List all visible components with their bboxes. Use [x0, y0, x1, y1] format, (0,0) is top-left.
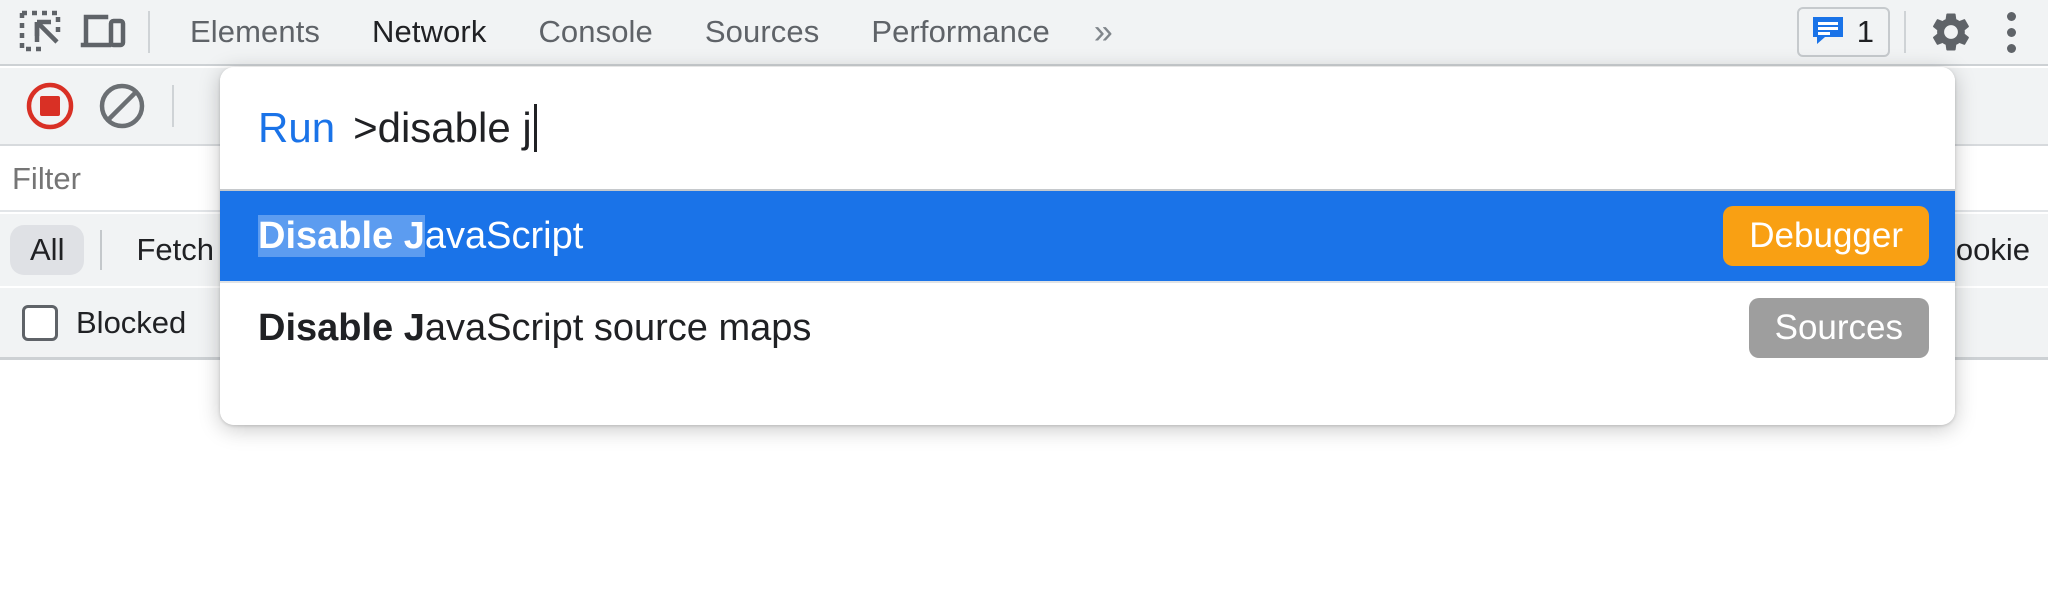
clear-network-log-icon[interactable] [86, 70, 158, 142]
result-rest-text: avaScript source maps [424, 306, 812, 349]
toolbar-right-divider [1904, 11, 1906, 53]
type-chip-fetch[interactable]: Fetch [118, 232, 232, 268]
command-palette-results: Disable JavaScript Debugger Disable Java… [220, 189, 1955, 373]
console-message-badge[interactable]: 1 [1796, 7, 1890, 57]
result-title: Disable JavaScript [258, 214, 584, 258]
tab-elements[interactable]: Elements [164, 0, 346, 65]
text-caret [533, 104, 537, 152]
tabstrip-divider [148, 11, 150, 53]
record-stop-icon[interactable] [14, 70, 86, 142]
command-palette-prefix: Run [258, 104, 336, 151]
result-rest-text: avaScript [424, 214, 584, 257]
kebab-menu-icon[interactable] [1982, 1, 2040, 63]
device-toggle-icon[interactable] [72, 1, 134, 63]
more-tabs-icon[interactable]: » [1076, 0, 1131, 65]
gear-icon[interactable] [1920, 1, 1982, 63]
console-message-icon [1811, 13, 1845, 52]
result-title: Disable JavaScript source maps [258, 307, 811, 350]
command-palette-input[interactable]: >disable j [353, 104, 532, 152]
tab-console[interactable]: Console [512, 0, 678, 65]
panel-tabs: Elements Network Console Sources Perform… [164, 0, 1131, 65]
type-chip-all[interactable]: All [10, 225, 85, 275]
devtools-tabstrip: Elements Network Console Sources Perform… [0, 0, 2048, 66]
console-message-count: 1 [1856, 14, 1874, 49]
result-item-disable-javascript[interactable]: Disable JavaScript Debugger [220, 189, 1955, 281]
inspect-element-icon[interactable] [10, 1, 72, 63]
toolbar-divider [172, 85, 174, 127]
blocked-requests-label: Blocked [76, 304, 187, 340]
chip-divider [100, 230, 103, 270]
result-item-disable-javascript-source-maps[interactable]: Disable JavaScript source maps Sources [220, 281, 1955, 373]
blocked-requests-checkbox[interactable] [22, 304, 58, 341]
result-match-text: Disable J [258, 306, 425, 349]
command-palette-query-row[interactable]: Run >disable j [220, 67, 1955, 189]
tab-network[interactable]: Network [346, 0, 512, 65]
devtools-window: All Fetch ookie Blocked Elements [0, 0, 2048, 593]
result-category-tag: Debugger [1723, 206, 1929, 266]
result-match-text: Disable J [258, 214, 425, 257]
tab-performance[interactable]: Performance [845, 0, 1076, 65]
command-palette-dialog: Run >disable j Disable JavaScript Debugg… [220, 67, 1955, 425]
result-category-tag: Sources [1748, 298, 1929, 358]
toolbar-right-actions: 1 [1796, 0, 2048, 65]
tab-sources[interactable]: Sources [679, 0, 845, 65]
command-palette-footer [220, 373, 1955, 425]
